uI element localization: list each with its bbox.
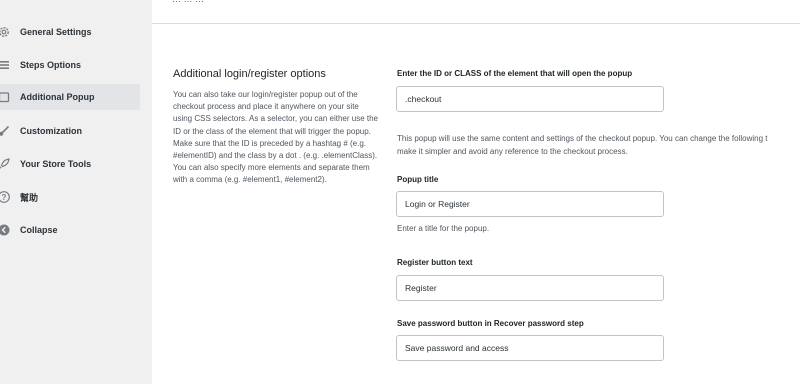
sidebar-item-label: Your Store Tools: [20, 159, 92, 169]
popup-info-line: make it simpler and avoid any reference …: [397, 146, 628, 156]
sidebar-item-label: General Settings: [20, 27, 92, 37]
sidebar-item-label: Customization: [20, 126, 82, 136]
popup-icon: [0, 90, 11, 104]
help-icon: ?: [0, 190, 11, 204]
register-button-text-label: Register button text: [397, 258, 473, 267]
register-button-text-input[interactable]: [396, 275, 664, 301]
popup-title-help: Enter a title for the popup.: [397, 224, 490, 233]
sidebar-item-label: Collapse: [20, 225, 58, 235]
save-password-button-input[interactable]: [396, 335, 664, 361]
header-strip: … … …: [152, 0, 800, 24]
popup-title-input[interactable]: [396, 191, 664, 217]
sidebar-item-your-store-tools[interactable]: Your Store Tools: [0, 151, 140, 177]
sidebar-item-steps-options[interactable]: Steps Options: [0, 52, 140, 78]
sidebar-item-label: 幫助: [20, 192, 39, 203]
svg-text:?: ?: [2, 193, 7, 202]
brush-icon: [0, 124, 11, 138]
sidebar-item-label: Additional Popup: [20, 92, 95, 102]
popup-info-line: This popup will use the same content and…: [397, 134, 768, 143]
gear-icon: [0, 25, 11, 39]
sidebar-item-label: Steps Options: [20, 60, 82, 70]
save-password-button-label: Save password button in Recover password…: [397, 319, 584, 328]
popup-title-label: Popup title: [397, 175, 439, 184]
sidebar-item-additional-popup[interactable]: Additional Popup: [0, 84, 140, 110]
admin-sidebar: General Settings Steps Options Additiona…: [0, 0, 152, 384]
sidebar-item-help[interactable]: ? 幫助: [0, 184, 140, 210]
main-content: … … … Additional login/register options …: [152, 0, 800, 384]
list-icon: [0, 58, 11, 72]
rocket-icon: [0, 157, 11, 171]
section-description: You can also take our login/register pop…: [173, 90, 378, 185]
section-title: Additional login/register options: [173, 68, 326, 80]
sidebar-item-customization[interactable]: Customization: [0, 118, 140, 144]
popup-info-text: This popup will use the same content and…: [397, 133, 800, 158]
selector-field-label: Enter the ID or CLASS of the element tha…: [397, 69, 633, 78]
header-cut-text: … … …: [172, 0, 204, 4]
sidebar-item-general-settings[interactable]: General Settings: [0, 19, 140, 45]
collapse-icon: [0, 223, 11, 237]
sidebar-item-collapse[interactable]: Collapse: [0, 217, 140, 243]
selector-input[interactable]: [396, 86, 664, 112]
